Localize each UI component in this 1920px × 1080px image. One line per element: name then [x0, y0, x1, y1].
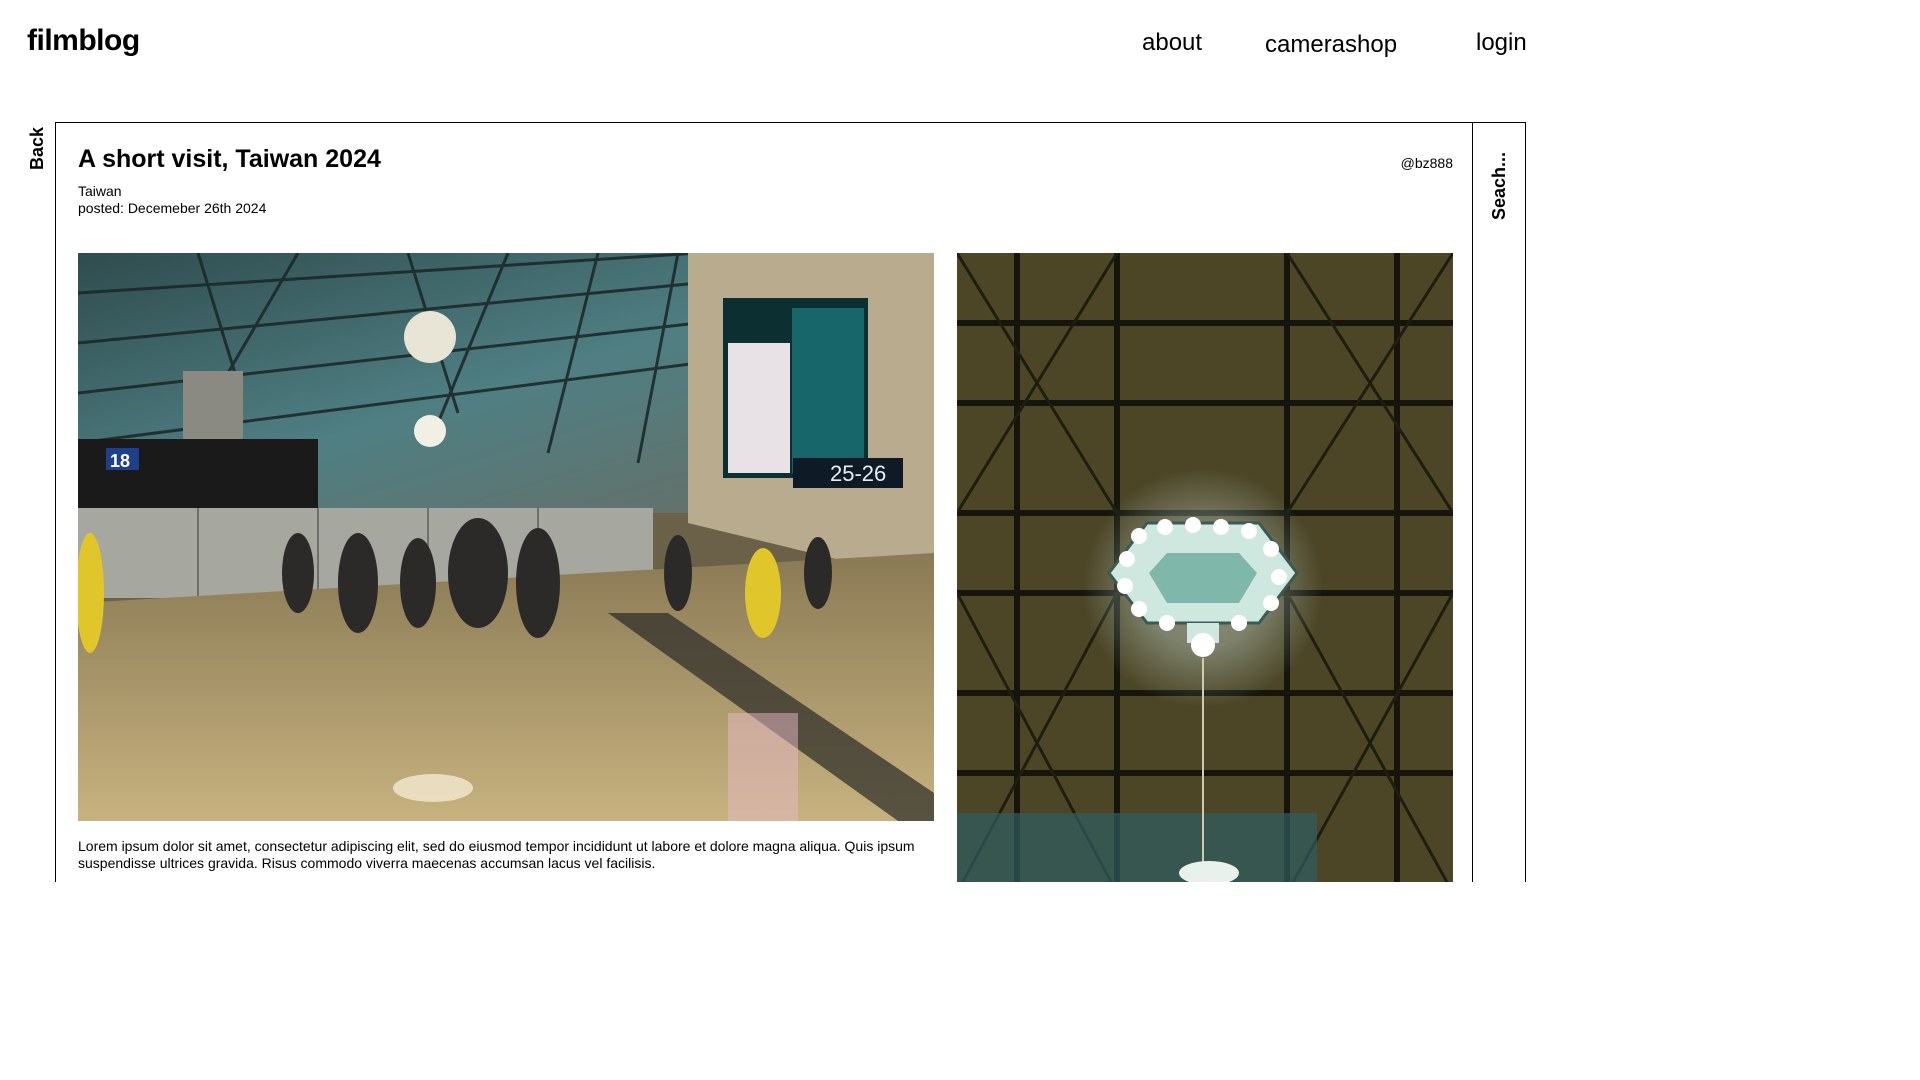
nav-login-link[interactable]: login [1476, 29, 1527, 57]
post-location: Taiwan [78, 183, 122, 199]
back-button[interactable]: Back [27, 127, 48, 170]
post-caption: Lorem ipsum dolor sit amet, consectetur … [78, 838, 915, 871]
page: filmblog about camerashop login Back Sea… [0, 0, 1558, 882]
sign-gates-range: 25-26 [830, 461, 886, 486]
post-title: A short visit, Taiwan 2024 [78, 145, 381, 173]
nav-about-link[interactable]: about [1142, 29, 1202, 57]
search-column-divider [1472, 122, 1473, 882]
photo-ceiling-chandelier[interactable] [957, 253, 1453, 882]
site-logo[interactable]: filmblog [27, 24, 140, 58]
photo-airport-concourse-image: 25-26 18 [78, 253, 934, 821]
post-date: posted: Decemeber 26th 2024 [78, 200, 267, 216]
nav-camerashop-link[interactable]: camerashop [1265, 31, 1397, 59]
sign-gate-number: 18 [110, 451, 130, 471]
photo-airport-concourse[interactable]: 25-26 18 [78, 253, 934, 821]
post-author-link[interactable]: @bz888 [1401, 155, 1453, 171]
photo-ceiling-chandelier-image [957, 253, 1453, 882]
